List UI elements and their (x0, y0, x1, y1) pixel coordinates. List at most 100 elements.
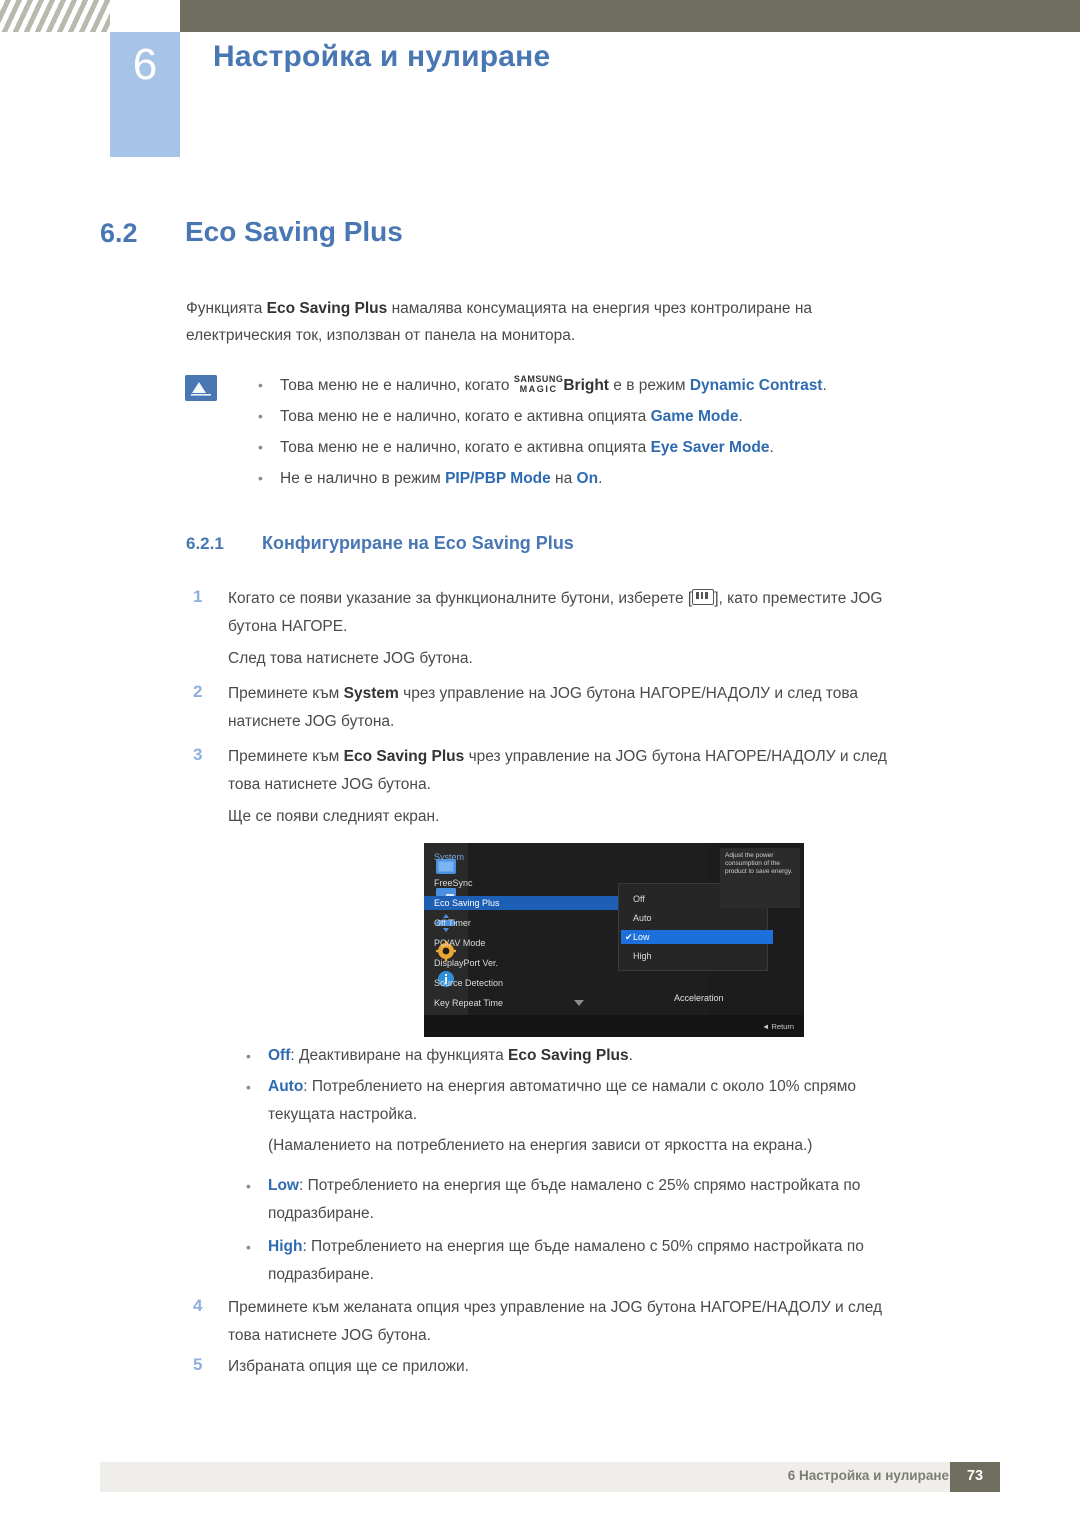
osd-submenu-item-high[interactable]: High (633, 949, 652, 963)
option-low-line2: подразбиране. (268, 1205, 374, 1222)
step-3-followup: Ще се появи следният екран. (228, 808, 440, 825)
note2-bold1: Game Mode (650, 408, 739, 425)
intro-text-a: Функцията (186, 300, 267, 317)
note1-pre: Това меню не е налично, когато (280, 377, 514, 394)
step3-line2: това натиснете JOG бутона. (228, 776, 431, 793)
step-1-text: Когато се появи указание за функционални… (228, 585, 1018, 641)
note1-post: . (822, 377, 827, 394)
option-low: Low: Потреблението на енергия ще бъде на… (230, 1172, 1058, 1200)
note1-bold1: Bright (563, 377, 609, 394)
note4-bold2: On (576, 470, 599, 487)
option-off-bold2: Eco Saving Plus (508, 1047, 629, 1064)
step4-line2: това натиснете JOG бутона. (228, 1327, 431, 1344)
osd-scroll-down-arrow-icon[interactable] (574, 1000, 584, 1006)
osd-submenu-item-low-label: Low (633, 932, 650, 942)
intro-text-c: намалява консумацията на енергия чрез ко… (387, 300, 813, 317)
osd-submenu-item-low[interactable]: ✔ Low (621, 930, 773, 944)
note3-bold1: Eye Saver Mode (650, 439, 770, 456)
note-bullet-4: Не е налично в режим PIP/PBP Mode на On. (248, 463, 1008, 494)
step-4-text: Преминете към желаната опция чрез управл… (228, 1294, 1018, 1350)
step-2-text: Преминете към System чрез управление на … (228, 680, 1018, 736)
step-1-number: 1 (193, 587, 203, 606)
osd-help-text: Adjust the power consumption of the prod… (720, 848, 800, 908)
step2-a: Преминете към (228, 685, 344, 702)
osd-submenu-item-off[interactable]: Off (633, 892, 645, 906)
step3-b: чрез управление на JOG бутона НАГОРЕ/НАД… (464, 748, 887, 765)
step1-line2: бутона НАГОРЕ. (228, 618, 348, 635)
step-5-number: 5 (193, 1355, 203, 1374)
subsection-title: Конфигуриране на Eco Saving Plus (262, 533, 574, 553)
osd-menu-item-freesync[interactable]: FreeSync (434, 876, 594, 890)
osd-menu-item-eco-saving-plus[interactable]: Eco Saving Plus (424, 896, 624, 910)
osd-submenu-item-auto[interactable]: Auto (633, 911, 652, 925)
step-5-text: Избраната опция ще се приложи. (228, 1358, 469, 1375)
osd-menu-item-source-detection[interactable]: Source Detection (434, 976, 594, 990)
note4-pre: Не е налично в режим (280, 470, 446, 487)
option-high-text-a: : Потреблението на енергия ще бъде намал… (302, 1238, 864, 1255)
osd-panel-title: System (434, 852, 465, 862)
jog-button-icon (692, 589, 715, 605)
osd-menu-item-pc-av-mode[interactable]: PC/AV Mode (434, 936, 594, 950)
samsung-magic-logo: SAMSUNG MAGIC (514, 375, 564, 394)
note1-bold2: Dynamic Contrast (689, 377, 823, 394)
intro-line2: електрическия ток, използван от панела н… (186, 327, 576, 344)
osd-screenshot: System FreeSync Eco Saving Plus Off Time… (424, 843, 804, 1037)
note-bullet-list: Това меню не е налично, когато SAMSUNGMA… (248, 370, 1008, 494)
step-2-number: 2 (193, 682, 203, 701)
step-1-followup: След това натиснете JOG бутона. (228, 650, 473, 667)
chapter-number: 6 (132, 40, 158, 89)
option-auto-text-a: : Потреблението на енергия автоматично щ… (303, 1078, 857, 1095)
note3-post: . (769, 439, 774, 456)
step1-a: Когато се появи указание за функционални… (228, 590, 693, 607)
note-bullet-3: Това меню не е налично, когато е активна… (248, 432, 1008, 463)
note2-pre: Това меню не е налично, когато е активна… (280, 408, 651, 425)
step4-a: Преминете към желаната опция чрез управл… (228, 1299, 883, 1316)
step3-bold: Eco Saving Plus (343, 748, 465, 765)
note4-post: . (598, 470, 603, 487)
step-3-text: Преминете към Eco Saving Plus чрез управ… (228, 743, 1018, 799)
osd-menu-item-key-repeat-time[interactable]: Key Repeat Time (434, 996, 594, 1010)
option-off-bold: Off (268, 1047, 291, 1064)
intro-paragraph: Функцията Eco Saving Plus намалява консу… (186, 295, 1016, 349)
osd-return-label: Return (771, 1022, 794, 1031)
header-hatch-decoration (0, 0, 110, 32)
note-icon (185, 375, 217, 401)
option-auto: Auto: Потреблението на енергия автоматич… (230, 1073, 1058, 1101)
check-icon: ✔ (625, 932, 633, 942)
note2-post: . (738, 408, 743, 425)
note-bullet-2: Това меню не е налично, когато е активна… (248, 401, 1008, 432)
subsection-number: 6.2.1 (186, 534, 224, 553)
option-auto-bold: Auto (268, 1078, 304, 1095)
step2-bold: System (343, 685, 399, 702)
step2-b: чрез управление на JOG бутона НАГОРЕ/НАД… (398, 685, 859, 702)
step-4-number: 4 (193, 1296, 203, 1315)
footer-chapter-label: 6 Настройка и нулиране (787, 1468, 949, 1483)
section-number: 6.2 (100, 218, 138, 248)
note4-mid: на (550, 470, 577, 487)
note1-mid: е в режим (608, 377, 690, 394)
osd-menu-item-displayport-ver[interactable]: DisplayPort Ver. (434, 956, 594, 970)
step1-b: ], като преместите JOG (714, 590, 883, 607)
magic-top: SAMSUNG (513, 374, 564, 384)
footer-page-number: 73 (966, 1468, 984, 1484)
step-3-number: 3 (193, 745, 203, 764)
option-high-line2: подразбиране. (268, 1266, 374, 1283)
osd-acceleration-label: Acceleration (674, 993, 724, 1003)
option-off-text-a: : Деактивиране на функцията (290, 1047, 509, 1064)
header-bar (180, 0, 1080, 32)
return-arrow-icon: ◄ (761, 1022, 770, 1031)
note-bullet-1: Това меню не е налично, когато SAMSUNGMA… (248, 370, 1008, 401)
osd-menu-item-off-timer[interactable]: Off Timer (434, 916, 594, 930)
osd-bottom-bar (424, 1015, 804, 1037)
step3-a: Преминете към (228, 748, 344, 765)
option-low-bold: Low (268, 1177, 299, 1194)
option-low-text-a: : Потреблението на енергия ще бъде намал… (299, 1177, 861, 1194)
note4-bold1: PIP/PBP Mode (445, 470, 551, 487)
magic-bottom: MAGIC (519, 384, 558, 394)
section-title: Eco Saving Plus (185, 216, 403, 247)
osd-return-button[interactable]: ◄ Return (762, 1022, 794, 1031)
step2-line2: натиснете JOG бутона. (228, 713, 395, 730)
option-auto-line2: текущата настройка. (268, 1106, 418, 1123)
option-high-bold: High (268, 1238, 303, 1255)
intro-bold-feature: Eco Saving Plus (266, 300, 388, 317)
